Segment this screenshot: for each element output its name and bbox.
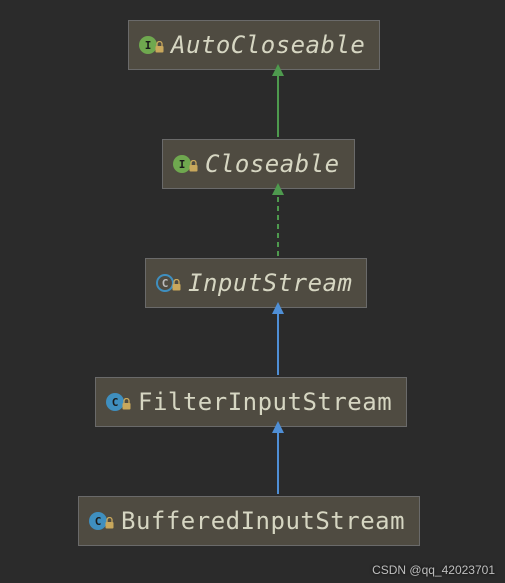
watermark-text: CSDN @qq_42023701 (372, 563, 495, 577)
lock-icon (122, 398, 131, 410)
node-label: BufferedInputStream (121, 507, 405, 535)
node-label: AutoCloseable (171, 31, 365, 59)
node-filterinputstream: C FilterInputStream (95, 377, 407, 427)
arrow-extends-interface (272, 64, 284, 139)
node-inputstream: C InputStream (145, 258, 367, 308)
type-badge-holder: C (156, 274, 180, 292)
arrow-implements (272, 183, 284, 258)
arrow-extends-class (272, 302, 284, 377)
lock-icon (105, 517, 114, 529)
type-badge-holder: I (139, 36, 163, 54)
class-hierarchy-diagram: I AutoCloseable I Closeable C InputStrea… (0, 0, 505, 583)
lock-icon (172, 279, 181, 291)
node-autocloseable: I AutoCloseable (128, 20, 380, 70)
type-badge-holder: C (106, 393, 130, 411)
lock-icon (189, 160, 198, 172)
arrow-extends-class (272, 421, 284, 496)
node-bufferedinputstream: C BufferedInputStream (78, 496, 420, 546)
node-label: InputStream (188, 269, 352, 297)
type-badge-holder: I (173, 155, 197, 173)
lock-icon (155, 41, 164, 53)
node-closeable: I Closeable (162, 139, 355, 189)
type-badge-holder: C (89, 512, 113, 530)
node-label: FilterInputStream (138, 388, 392, 416)
node-label: Closeable (205, 150, 340, 178)
